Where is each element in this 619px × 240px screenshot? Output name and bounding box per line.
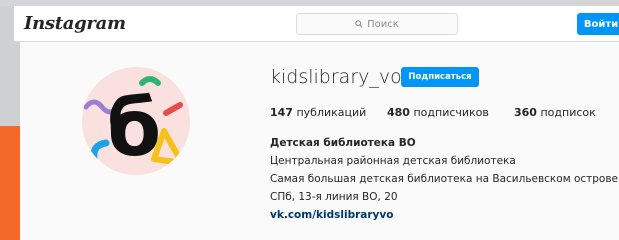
search-input[interactable]: Поиск xyxy=(296,13,458,35)
profile-username: kidslibrary_vo xyxy=(270,66,402,88)
following-count-value: 360 xyxy=(514,106,537,119)
followers-count-value: 480 xyxy=(387,106,410,119)
following-count[interactable]: 360 подписок xyxy=(514,106,596,119)
bio-line-2: Самая большая детская библиотека на Васи… xyxy=(270,173,619,185)
posts-count[interactable]: 147 публикаций xyxy=(270,106,366,119)
bio-line-1: Центральная районная детская библиотека xyxy=(270,155,516,167)
library-logo-icon: б xyxy=(82,67,190,175)
followers-count[interactable]: 480 подписчиков xyxy=(387,106,489,119)
search-placeholder: Поиск xyxy=(367,18,399,30)
followers-count-label: подписчиков xyxy=(413,106,489,119)
avatar[interactable]: б xyxy=(82,67,190,175)
bio-line-3: СПб, 13-я линия ВО, 20 xyxy=(270,191,398,203)
following-count-label: подписок xyxy=(540,106,596,119)
bio-name: Детская библиотека ВО xyxy=(270,137,416,149)
profile-header: б kidslibrary_vo Подписаться 147 публика… xyxy=(20,42,619,240)
follow-button[interactable]: Подписаться xyxy=(401,67,479,87)
avatar-letter: б xyxy=(107,84,161,174)
search-icon xyxy=(355,20,363,28)
instagram-logo[interactable]: Instagram xyxy=(24,13,126,34)
top-navbar: Instagram Поиск Войти xyxy=(14,6,619,42)
orange-background-block xyxy=(0,126,20,240)
bio-website-link[interactable]: vk.com/kidslibraryvo xyxy=(270,209,393,221)
posts-count-value: 147 xyxy=(270,106,293,119)
login-button[interactable]: Войти xyxy=(577,13,619,35)
posts-count-label: публикаций xyxy=(296,106,367,119)
